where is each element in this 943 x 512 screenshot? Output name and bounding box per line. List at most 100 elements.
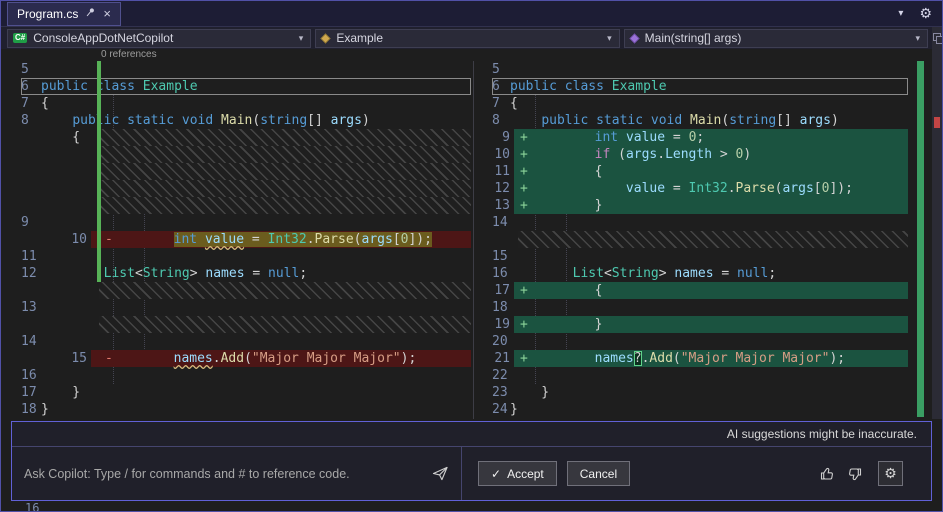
- line-number: 10: [1, 231, 91, 248]
- line-number: 14: [21, 334, 41, 349]
- line-number: 21: [474, 350, 514, 367]
- copilot-action-bar: ✓ Accept Cancel ⚙: [462, 447, 931, 500]
- modified-line-22[interactable]: 22 }: [474, 367, 932, 384]
- original-diff-spacer-row: [1, 146, 473, 163]
- thumbs-down-icon[interactable]: [846, 466, 862, 482]
- project-dropdown-label: ConsoleAppDotNetCopilot: [33, 31, 173, 45]
- original-line-13[interactable]: 13 names = new List<String>();: [1, 299, 473, 316]
- line-number: [1, 163, 91, 180]
- line-number: 14: [492, 215, 512, 230]
- line-number: 15: [492, 249, 512, 264]
- diff-marker: +: [520, 163, 528, 180]
- original-line-15[interactable]: 15- names.Add("Major Major Major");: [1, 350, 473, 367]
- tab-label: Program.cs: [17, 7, 78, 21]
- diff-marker: -: [105, 231, 113, 248]
- modified-diff-spacer-row: [474, 231, 932, 248]
- project-dropdown[interactable]: C# ConsoleAppDotNetCopilot ▾: [7, 29, 311, 48]
- modified-line-14[interactable]: 14: [474, 214, 932, 231]
- line-number: 13: [474, 197, 514, 214]
- document-tab-bar: Program.cs × ▾ ⚙: [1, 1, 942, 27]
- original-line-16[interactable]: 16 }: [1, 367, 473, 384]
- line-number: 12: [474, 180, 514, 197]
- line-number: 10: [474, 146, 514, 163]
- modified-line-13[interactable]: 13+ }: [474, 197, 932, 214]
- modified-line-21[interactable]: 21+ names?.Add("Major Major Major");: [474, 350, 932, 367]
- diff-marker: +: [520, 180, 528, 197]
- modified-line-18[interactable]: 18 names = new List<String>();: [474, 299, 932, 316]
- gear-icon: ⚙: [884, 465, 897, 481]
- modified-line-10[interactable]: 10+ if (args.Length > 0): [474, 146, 932, 163]
- modified-line-19[interactable]: 19+ }: [474, 316, 932, 333]
- line-number: 5: [492, 62, 504, 77]
- diff-marker: +: [520, 282, 528, 299]
- line-number: 15: [1, 350, 91, 367]
- original-diff-spacer-row: [1, 197, 473, 214]
- diff-marker: +: [520, 350, 528, 367]
- scrollbar-error-marker: [934, 117, 940, 128]
- diff-marker: +: [520, 197, 528, 214]
- ai-disclaimer: AI suggestions might be inaccurate.: [727, 427, 917, 441]
- original-line-5[interactable]: 5public class Example: [1, 61, 473, 78]
- settings-button[interactable]: ⚙: [878, 461, 903, 486]
- diff-pane-original[interactable]: 5public class Example6{7 public static v…: [1, 61, 474, 419]
- codelens-row: 0 references: [1, 49, 932, 61]
- copilot-inline-chat-panel: AI suggestions might be inaccurate. ✓ Ac…: [11, 421, 932, 501]
- close-icon[interactable]: ×: [103, 7, 111, 20]
- accept-button[interactable]: ✓ Accept: [478, 461, 557, 486]
- modified-line-15[interactable]: 15 List<String> names = null;: [474, 248, 932, 265]
- diff-marker: +: [520, 129, 528, 146]
- modified-line-11[interactable]: 11+ {: [474, 163, 932, 180]
- line-number: [1, 146, 91, 163]
- chevron-down-icon[interactable]: ▾: [898, 8, 903, 19]
- line-number: 5: [21, 62, 33, 77]
- scrollbar-column[interactable]: [932, 27, 942, 419]
- member-dropdown[interactable]: Main(string[] args) ▾: [624, 29, 928, 48]
- class-icon: [321, 33, 331, 43]
- split-editor-icon[interactable]: [933, 33, 941, 41]
- line-number: 22: [492, 368, 512, 383]
- modified-line-9[interactable]: 9+ int value = 0;: [474, 129, 932, 146]
- tab-program-cs[interactable]: Program.cs ×: [7, 2, 121, 26]
- line-number: [1, 197, 91, 214]
- original-line-14[interactable]: 14: [1, 333, 473, 350]
- original-line-10[interactable]: 10- int value = Int32.Parse(args[0]);: [1, 231, 473, 248]
- line-number: 20: [492, 334, 512, 349]
- type-dropdown-label: Example: [336, 31, 383, 45]
- original-diff-spacer-row: [1, 180, 473, 197]
- diff-pane-modified[interactable]: 5public class Example6{7 public static v…: [474, 61, 932, 419]
- modified-line-12[interactable]: 12+ value = Int32.Parse(args[0]);: [474, 180, 932, 197]
- line-number: [1, 180, 91, 197]
- thumbs-up-icon[interactable]: [820, 466, 836, 482]
- diff-marker: +: [520, 316, 528, 333]
- copilot-input[interactable]: [24, 467, 424, 481]
- line-number: 18: [492, 300, 512, 315]
- navigation-bar: C# ConsoleAppDotNetCopilot ▾ Example ▾ M…: [1, 27, 932, 49]
- chevron-down-icon: ▾: [299, 33, 307, 44]
- copilot-input-area: [12, 447, 462, 500]
- chevron-down-icon: ▾: [607, 33, 615, 44]
- line-number: 13: [21, 300, 41, 315]
- modified-line-17[interactable]: 17+ {: [474, 282, 932, 299]
- pin-icon[interactable]: [85, 7, 96, 21]
- type-dropdown[interactable]: Example ▾: [315, 29, 619, 48]
- line-number: 16: [25, 501, 39, 512]
- chevron-down-icon: ▾: [915, 33, 923, 44]
- line-number: 11: [474, 163, 514, 180]
- send-icon[interactable]: [432, 466, 449, 481]
- csharp-project-icon: C#: [13, 33, 27, 43]
- codelens-references[interactable]: 0 references: [101, 49, 157, 60]
- diff-editor: 5public class Example6{7 public static v…: [1, 61, 932, 419]
- modified-line-5[interactable]: 5public class Example: [474, 61, 932, 78]
- line-number: [474, 231, 514, 248]
- gear-icon[interactable]: ⚙: [919, 5, 932, 22]
- member-dropdown-label: Main(string[] args): [645, 31, 742, 45]
- diff-overview-bar: [917, 61, 924, 417]
- cancel-button[interactable]: Cancel: [567, 461, 630, 486]
- original-line-9[interactable]: 9: [1, 214, 473, 231]
- original-diff-spacer-row: [1, 163, 473, 180]
- diff-marker: +: [520, 146, 528, 163]
- vs-window: Program.cs × ▾ ⚙ C# ConsoleAppDotNetCopi…: [0, 0, 943, 512]
- check-icon: ✓: [491, 467, 501, 481]
- modified-line-20[interactable]: 20: [474, 333, 932, 350]
- original-line-11[interactable]: 11 List<String> names = null;: [1, 248, 473, 265]
